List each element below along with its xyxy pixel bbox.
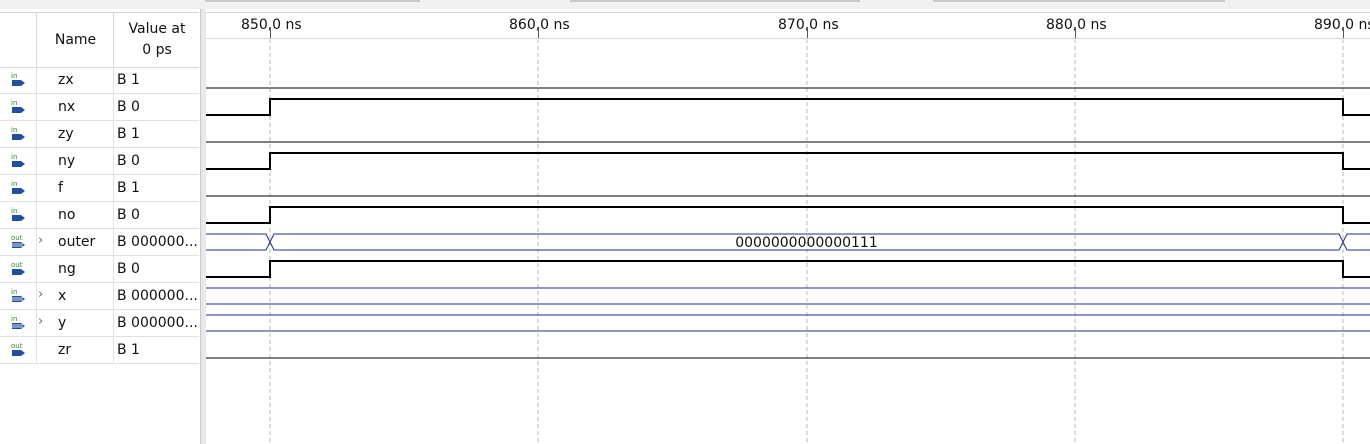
name-column-header[interactable]: Name bbox=[36, 13, 114, 67]
svg-text:out: out bbox=[11, 261, 23, 269]
svg-text:out: out bbox=[11, 342, 23, 350]
signal-value: B 1 bbox=[117, 342, 140, 358]
column-divider bbox=[113, 256, 114, 282]
signal-value: B 1 bbox=[117, 72, 140, 88]
signal-name: f bbox=[58, 180, 63, 196]
column-divider bbox=[36, 283, 37, 309]
signal-value: B 0 bbox=[117, 99, 140, 115]
svg-text:in: in bbox=[11, 207, 17, 215]
expand-chevron-icon[interactable]: › bbox=[38, 287, 43, 302]
signal-waveform bbox=[206, 152, 1370, 170]
column-divider bbox=[113, 283, 114, 309]
signal-rows: in zx B 1 in nx B 0 in zy B 1 in ny B 0 in f B 1 in no B … bbox=[0, 67, 199, 364]
signal-row[interactable]: out ng B 0 bbox=[0, 256, 199, 283]
expand-chevron-icon[interactable]: › bbox=[38, 314, 43, 329]
column-divider bbox=[36, 310, 37, 336]
output-port-icon: out bbox=[10, 261, 30, 277]
toolbar-strip bbox=[0, 0, 1370, 9]
signal-waveform bbox=[206, 206, 1370, 224]
signal-name: outer bbox=[58, 234, 96, 250]
signal-value: B 000000... bbox=[117, 315, 198, 331]
svg-text:in: in bbox=[11, 126, 17, 134]
bus-waveform bbox=[206, 314, 1370, 332]
signal-name: y bbox=[58, 315, 67, 331]
svg-text:in: in bbox=[11, 288, 17, 296]
signal-value: B 0 bbox=[117, 153, 140, 169]
signal-row[interactable]: in › y B 000000... bbox=[0, 310, 199, 337]
column-divider bbox=[36, 148, 37, 174]
input-port-icon: in bbox=[10, 153, 30, 169]
expand-chevron-icon[interactable]: › bbox=[38, 233, 43, 248]
signal-row[interactable]: in no B 0 bbox=[0, 202, 199, 229]
signal-value: B 000000... bbox=[117, 234, 198, 250]
input-port-icon: in bbox=[10, 99, 30, 115]
signal-row[interactable]: in nx B 0 bbox=[0, 94, 199, 121]
signal-value: B 1 bbox=[117, 126, 140, 142]
signal-value: B 1 bbox=[117, 180, 140, 196]
output-port-icon: out bbox=[10, 342, 30, 358]
column-divider bbox=[113, 121, 114, 147]
signal-name: x bbox=[58, 288, 67, 304]
column-divider bbox=[113, 94, 114, 120]
column-divider bbox=[36, 121, 37, 147]
column-divider bbox=[36, 175, 37, 201]
signal-name: zx bbox=[58, 72, 74, 88]
column-divider bbox=[113, 229, 114, 255]
column-divider bbox=[36, 229, 37, 255]
value-column-header[interactable]: Value at 0 ps bbox=[113, 13, 200, 67]
signal-row[interactable]: out › outer B 000000... bbox=[0, 229, 199, 256]
signal-value: B 000000... bbox=[117, 288, 198, 304]
signal-row[interactable]: out zr B 1 bbox=[0, 337, 199, 364]
waveform-canvas[interactable]: 0000000000000111 bbox=[206, 9, 1370, 444]
input-port-icon: in bbox=[10, 288, 30, 304]
svg-text:in: in bbox=[11, 180, 17, 188]
input-port-icon: in bbox=[10, 207, 30, 223]
waveform-pane[interactable]: 850,0 ns 860,0 ns 870,0 ns 880,0 ns 890,0 ns… bbox=[206, 9, 1370, 444]
column-divider bbox=[36, 337, 37, 363]
bus-waveform bbox=[206, 287, 1370, 305]
column-divider bbox=[36, 256, 37, 282]
column-divider bbox=[113, 148, 114, 174]
input-port-icon: in bbox=[10, 315, 30, 331]
column-divider bbox=[113, 67, 114, 93]
svg-text:in: in bbox=[11, 315, 17, 323]
input-port-icon: in bbox=[10, 180, 30, 196]
column-divider bbox=[36, 94, 37, 120]
column-divider bbox=[113, 202, 114, 228]
signal-name: ng bbox=[58, 261, 76, 277]
column-divider bbox=[36, 202, 37, 228]
input-port-icon: in bbox=[10, 72, 30, 88]
signal-list-panel: Name Value at 0 ps in zx B 1 in nx B 0 in zy B 1… bbox=[0, 9, 201, 444]
column-divider bbox=[113, 337, 114, 363]
signal-name: nx bbox=[58, 99, 76, 115]
signal-waveform bbox=[206, 98, 1370, 116]
signal-name: zr bbox=[58, 342, 72, 358]
svg-text:in: in bbox=[11, 99, 17, 107]
signal-waveform bbox=[206, 260, 1370, 278]
signal-name: no bbox=[58, 207, 76, 223]
signal-row[interactable]: in ny B 0 bbox=[0, 148, 199, 175]
output-port-icon: out bbox=[10, 234, 30, 250]
signal-row[interactable]: in f B 1 bbox=[0, 175, 199, 202]
signal-value: B 0 bbox=[117, 261, 140, 277]
svg-text:in: in bbox=[11, 72, 17, 80]
svg-text:out: out bbox=[11, 234, 23, 242]
signal-row[interactable]: in zx B 1 bbox=[0, 67, 199, 94]
column-divider bbox=[36, 67, 37, 93]
signal-row[interactable]: in › x B 000000... bbox=[0, 283, 199, 310]
bus-value-label: 0000000000000111 bbox=[735, 235, 878, 251]
input-port-icon: in bbox=[10, 126, 30, 142]
signal-name: zy bbox=[58, 126, 74, 142]
svg-text:in: in bbox=[11, 153, 17, 161]
column-divider bbox=[113, 175, 114, 201]
signal-row[interactable]: in zy B 1 bbox=[0, 121, 199, 148]
signal-value: B 0 bbox=[117, 207, 140, 223]
signal-name: ny bbox=[58, 153, 76, 169]
column-divider bbox=[113, 310, 114, 336]
signal-list-header: Name Value at 0 ps bbox=[0, 12, 199, 68]
